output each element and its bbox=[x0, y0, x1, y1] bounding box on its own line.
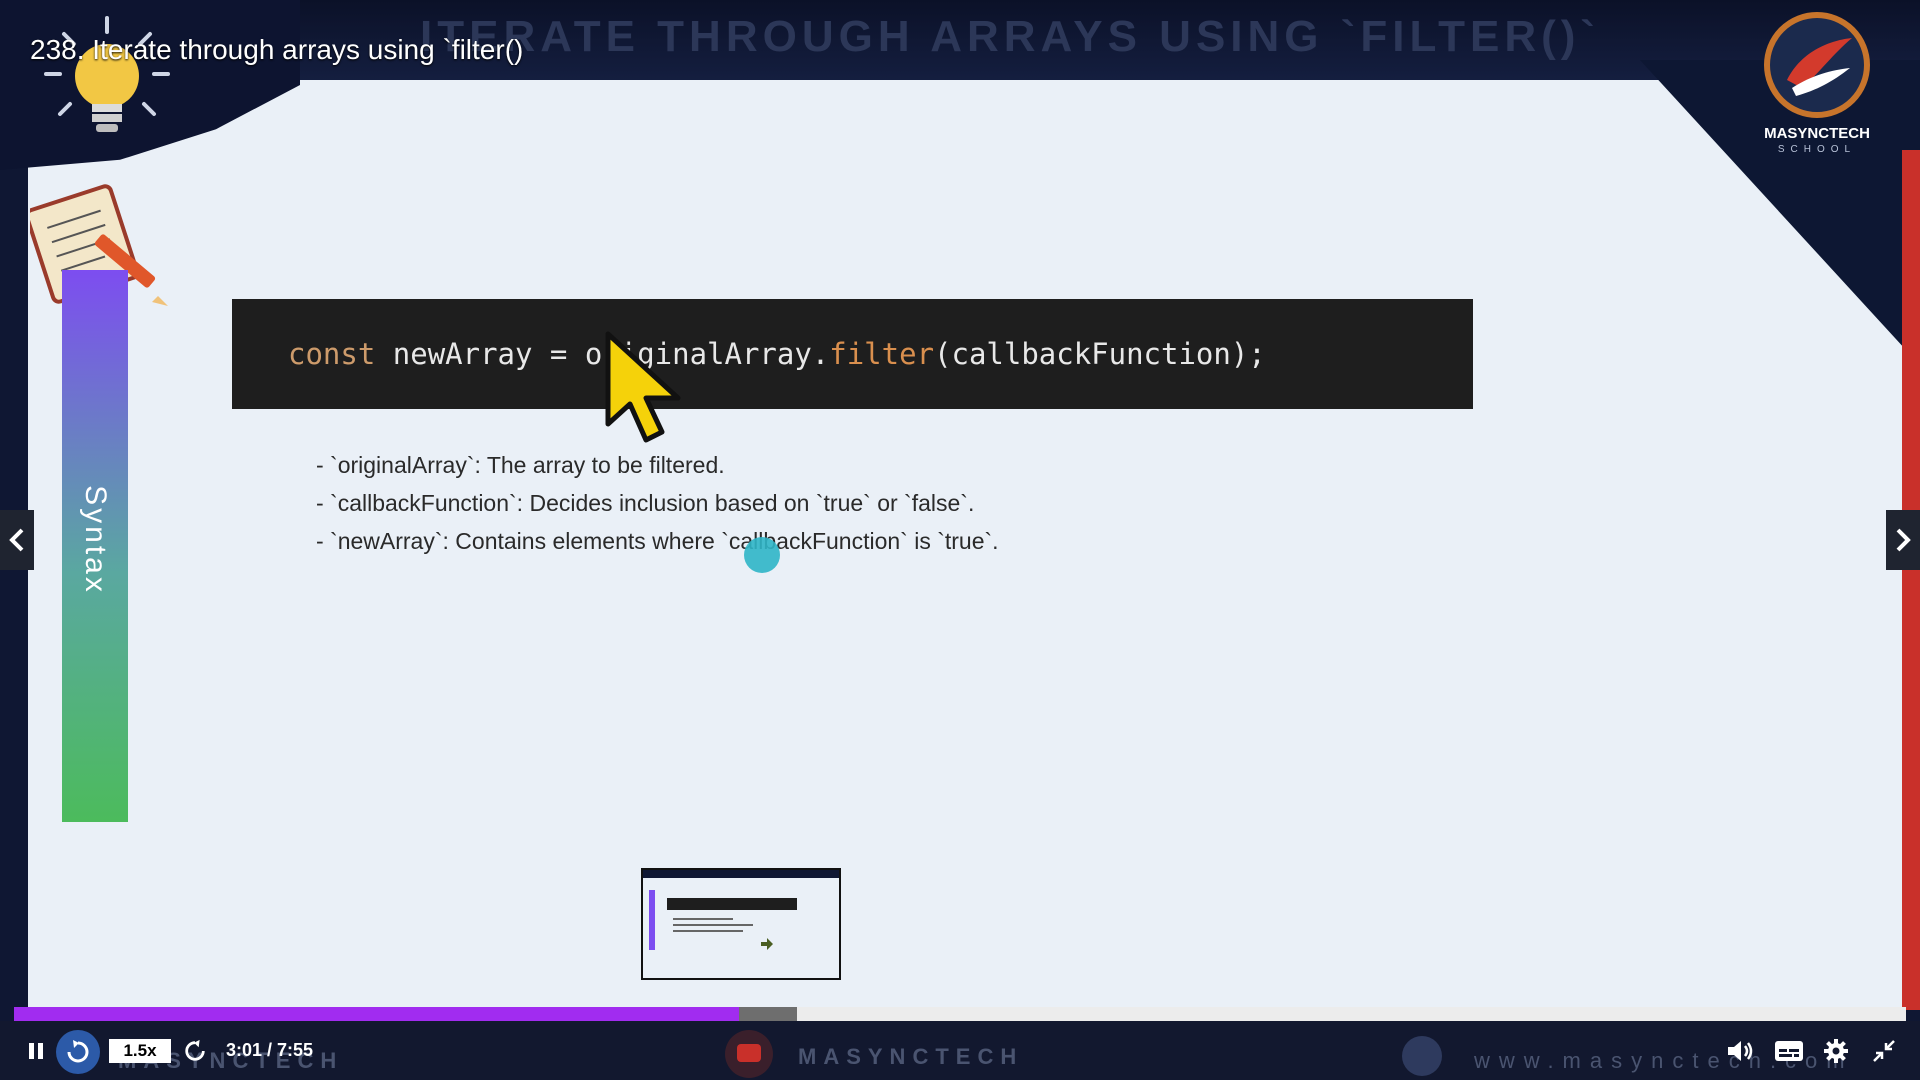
syntax-label: Syntax bbox=[79, 485, 112, 595]
chevron-left-icon bbox=[9, 528, 24, 552]
seek-preview-thumbnail bbox=[641, 868, 841, 980]
preview-slide-image bbox=[643, 870, 839, 978]
bullet-item: - `callbackFunction`: Decides inclusion … bbox=[316, 490, 975, 516]
syntax-bullet-list: - `originalArray`: The array to be filte… bbox=[316, 450, 999, 564]
rewind-icon bbox=[67, 1040, 89, 1063]
code-method: filter bbox=[829, 337, 935, 371]
code-block: const newArray = originalArray. filter (ca… bbox=[232, 299, 1473, 409]
syntax-label-container: Syntax bbox=[62, 470, 128, 610]
chevron-right-icon bbox=[1896, 528, 1911, 552]
pause-icon bbox=[29, 1043, 43, 1059]
video-player[interactable]: ITERATE THROUGH ARRAYS USING `FILTER()` … bbox=[0, 0, 1920, 1080]
previous-button[interactable] bbox=[0, 510, 34, 570]
captions-icon bbox=[1775, 1041, 1803, 1061]
volume-button[interactable] bbox=[1724, 1035, 1756, 1067]
bullet-item: - `newArray`: Contains elements where `c… bbox=[316, 528, 999, 554]
exit-fullscreen-button[interactable] bbox=[1868, 1035, 1900, 1067]
progress-bar[interactable] bbox=[14, 1007, 1906, 1021]
gear-icon bbox=[1824, 1039, 1848, 1063]
masynctech-logo: MASYNCTECH SCHOOL bbox=[1752, 10, 1882, 155]
pause-button[interactable] bbox=[24, 1035, 48, 1067]
playback-speed-button[interactable]: 1.5x bbox=[109, 1039, 171, 1063]
logo-emblem-icon bbox=[1764, 12, 1870, 118]
settings-button[interactable] bbox=[1820, 1035, 1852, 1067]
exit-fullscreen-icon bbox=[1873, 1040, 1895, 1062]
youtube-icon bbox=[725, 1030, 773, 1078]
logo-subtitle: SCHOOL bbox=[1777, 144, 1857, 155]
next-button[interactable] bbox=[1886, 510, 1920, 570]
time-display: 3:01 / 7:55 bbox=[226, 1040, 314, 1060]
progress-played bbox=[14, 1007, 739, 1021]
slide-red-edge bbox=[1902, 150, 1920, 1010]
rewind-button[interactable] bbox=[56, 1030, 100, 1074]
code-arguments: (callbackFunction); bbox=[934, 337, 1266, 371]
logo-name: MASYNCTECH bbox=[1764, 125, 1870, 142]
bullet-item: - `originalArray`: The array to be filte… bbox=[316, 452, 725, 478]
click-indicator bbox=[744, 537, 780, 573]
video-title: 238. Iterate through arrays using `filte… bbox=[30, 34, 524, 65]
forward-button[interactable] bbox=[180, 1035, 210, 1067]
code-keyword: const bbox=[288, 337, 376, 371]
captions-button[interactable] bbox=[1772, 1035, 1806, 1067]
globe-icon bbox=[1402, 1036, 1442, 1076]
forward-icon bbox=[185, 1039, 205, 1061]
watermark-center: MASYNCTECH bbox=[798, 1044, 1024, 1069]
volume-icon bbox=[1728, 1041, 1753, 1061]
slide-heading: ITERATE THROUGH ARRAYS USING `FILTER()` bbox=[420, 12, 1601, 61]
mouse-cursor-icon bbox=[605, 331, 681, 443]
